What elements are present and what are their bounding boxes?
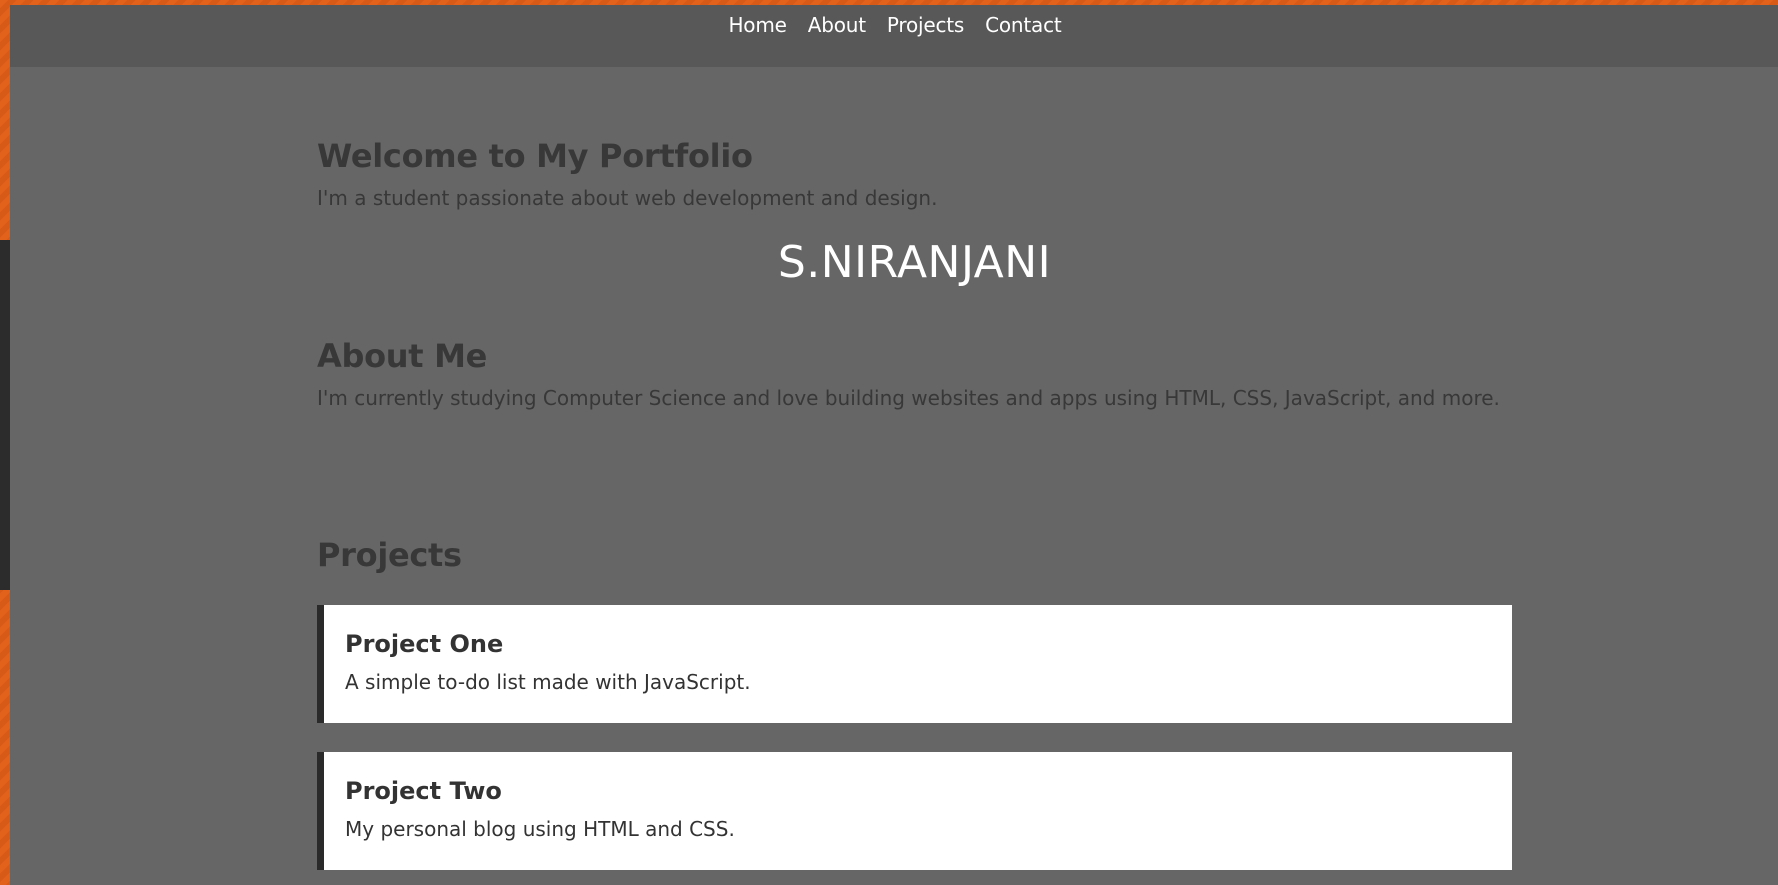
nav-link-about[interactable]: About: [808, 13, 866, 37]
project-card: Project Two My personal blog using HTML …: [317, 752, 1512, 870]
welcome-heading: Welcome to My Portfolio: [317, 137, 753, 175]
project-description: My personal blog using HTML and CSS.: [345, 817, 735, 841]
nav-link-contact[interactable]: Contact: [985, 13, 1062, 37]
project-description: A simple to-do list made with JavaScript…: [345, 670, 751, 694]
nav-link-projects[interactable]: Projects: [887, 13, 964, 37]
project-title: Project Two: [345, 777, 502, 805]
portfolio-page: Home About Projects Contact Welcome to M…: [10, 5, 1778, 885]
about-text: I'm currently studying Computer Science …: [317, 386, 1500, 410]
nav-link-home[interactable]: Home: [728, 13, 786, 37]
owner-name: S.NIRANJANI: [777, 237, 1052, 288]
navbar: Home About Projects Contact: [10, 5, 1778, 67]
background-dark-strip: [0, 240, 10, 590]
welcome-subtitle: I'm a student passionate about web devel…: [317, 186, 938, 210]
project-card: Project One A simple to-do list made wit…: [317, 605, 1512, 723]
about-heading: About Me: [317, 337, 488, 375]
project-title: Project One: [345, 630, 504, 658]
projects-heading: Projects: [317, 536, 462, 574]
